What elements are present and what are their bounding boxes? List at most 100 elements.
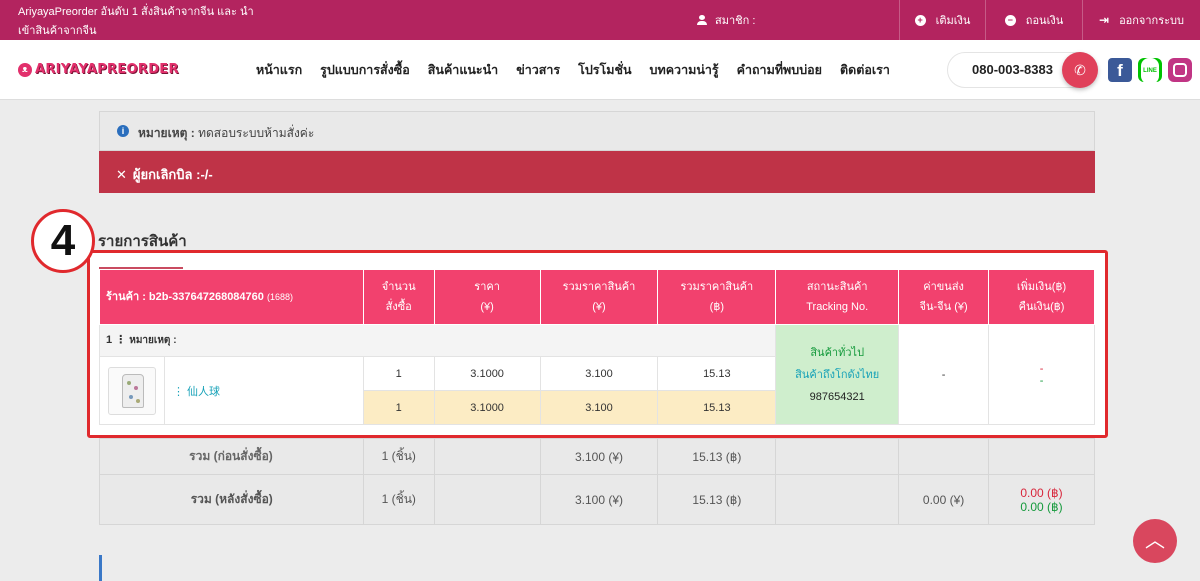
summary-after-adjust: 0.00 (฿) 0.00 (฿): [988, 474, 1095, 525]
chevron-up-icon: ︿: [1145, 530, 1165, 552]
status-type: สินค้าทั่วไป: [810, 346, 865, 359]
summary-after-row: รวม (หลังสั่งซื้อ) 1 (ชิ้น) 3.100 (¥) 15…: [99, 474, 1095, 525]
ordered-total-thb: 15.13: [657, 356, 777, 391]
brand-tagline: AriyayaPreorder อันดับ 1 สั่งสินค้าจากจี…: [18, 6, 254, 37]
row-note: 1 ⋮ หมายเหตุ : สินค้าทั่วไป สินค้าถึงโกด…: [98, 324, 1095, 425]
nav-item-home[interactable]: หน้าแรก: [256, 60, 302, 80]
section-accent-bar: [99, 555, 102, 581]
row-index: 1: [106, 334, 113, 346]
order-note: หมายเหตุ : ทดสอบระบบห้ามสั่งค่ะ: [138, 124, 314, 143]
col-adjust-line2: คืนเงิน(฿): [1018, 301, 1065, 313]
shop-header: ร้านค้า : b2b-337647268084760 (1688): [99, 269, 364, 325]
logout-button[interactable]: ⇥ ออกจากระบบ: [1082, 0, 1200, 40]
product-table: ร้านค้า : b2b-337647268084760 (1688) จำน…: [98, 269, 1095, 425]
summary-before-row: รวม (ก่อนสั่งซื้อ) 1 (ชิ้น) 3.100 (¥) 15…: [99, 438, 1095, 475]
row-note-cell: 1 ⋮ หมายเหตุ :: [98, 324, 777, 357]
withdraw-button[interactable]: − ถอนเงิน: [985, 0, 1082, 40]
summary-after-empty: [775, 474, 900, 525]
step-number-badge: 4: [31, 209, 95, 273]
topup-button[interactable]: + เติมเงิน: [899, 0, 985, 40]
summary-before-empty: [433, 438, 541, 475]
shop-source: (1688): [266, 292, 293, 302]
product-thumbnail[interactable]: [107, 366, 156, 415]
more-vertical-icon[interactable]: ⋮: [173, 386, 184, 398]
note-text: ทดสอบระบบห้ามสั่งค่ะ: [198, 126, 315, 140]
cancel-text: ผู้ยกเลิกบิล :-/-: [132, 167, 213, 182]
nav-item-articles[interactable]: บทความน่ารู้: [650, 60, 719, 80]
col-total-thb: รวมราคาสินค้า (฿): [657, 269, 777, 325]
nav-item-contact[interactable]: ติดต่อเรา: [840, 60, 890, 80]
summary-before-total-cny: 3.100 (¥): [539, 438, 659, 475]
apron-image: [121, 373, 144, 408]
col-shipping: ค่าขนส่งจีน-จีน (¥): [898, 269, 990, 325]
col-shipping-line2: จีน-จีน (¥): [919, 301, 968, 313]
logout-icon: ⇥: [1099, 13, 1110, 27]
add-money-value: -: [1039, 362, 1044, 375]
row-note-label: หมายเหตุ :: [129, 335, 177, 346]
summary-before-empty: [988, 438, 1095, 475]
summary-after-shipping: 0.00 (¥): [898, 474, 990, 525]
adjust-cell: - -: [988, 324, 1095, 425]
nav-item-recommended[interactable]: สินค้าแนะนำ: [428, 60, 498, 80]
summary-before-empty: [898, 438, 990, 475]
col-qty-line1: จำนวน: [381, 281, 416, 293]
phone-call-button[interactable]: ✆: [1062, 52, 1098, 88]
shipping-cell: -: [898, 324, 990, 425]
tracking-number: 987654321: [809, 390, 865, 403]
summary-after-refund: 0.00 (฿): [1020, 499, 1063, 514]
ordered-qty: 1: [362, 356, 435, 391]
plus-circle-icon: +: [914, 14, 926, 26]
shop-name: ร้านค้า : b2b-337647268084760: [106, 291, 264, 303]
col-price-line1: ราคา: [474, 281, 500, 293]
user-icon: [697, 15, 707, 25]
summary-after-empty: [433, 474, 541, 525]
col-status: สถานะสินค้า Tracking No.: [775, 269, 900, 325]
table-header-row: ร้านค้า : b2b-337647268084760 (1688) จำน…: [99, 269, 1095, 325]
order-note-box: i หมายเหตุ : ทดสอบระบบห้ามสั่งค่ะ: [99, 111, 1095, 151]
topup-label: เติมเงิน: [935, 15, 971, 27]
col-adjust: เพิ่มเงิน(฿) คืนเงิน(฿): [988, 269, 1095, 325]
summary-after-qty: 1 (ชิ้น): [362, 474, 435, 525]
received-total-cny: 3.100: [539, 390, 659, 425]
line-icon[interactable]: LINE: [1138, 58, 1162, 84]
nav-item-promotions[interactable]: โปรโมชั่น: [578, 60, 631, 80]
facebook-icon[interactable]: f: [1108, 58, 1132, 82]
product-image-cell: [99, 356, 165, 425]
cancel-info-bar: ✕ ผู้ยกเลิกบิล :-/-: [99, 151, 1095, 193]
col-status-line2: Tracking No.: [806, 301, 869, 313]
summary-after-total-cny: 3.100 (¥): [539, 474, 659, 525]
logout-label: ออกจากระบบ: [1119, 15, 1184, 27]
col-price-line2: (¥): [480, 301, 494, 313]
col-shipping-line1: ค่าขนส่ง: [923, 281, 964, 293]
ordered-total-cny: 3.100: [539, 356, 659, 391]
note-label: หมายเหตุ :: [138, 126, 195, 140]
instagram-icon[interactable]: [1168, 58, 1192, 82]
col-qty: จำนวนสั่งซื้อ: [362, 269, 435, 325]
site-logo[interactable]: ᴥ ARIYAYAPREORDER: [18, 62, 179, 77]
ordered-price: 3.1000: [433, 356, 541, 391]
received-total-thb: 15.13: [657, 390, 777, 425]
refund-value: -: [1039, 374, 1044, 387]
info-icon: i: [117, 125, 129, 137]
more-vertical-icon[interactable]: ⋮: [115, 334, 126, 346]
nav-item-news[interactable]: ข่าวสาร: [516, 60, 560, 80]
product-name-cell: ⋮ 仙人球: [163, 356, 364, 425]
col-qty-line2: สั่งซื้อ: [385, 301, 412, 313]
nav-item-order-types[interactable]: รูปแบบการสั่งซื้อ: [320, 60, 410, 80]
nav-menu: หน้าแรก รูปแบบการสั่งซื้อ สินค้าแนะนำ ข่…: [256, 40, 908, 100]
product-name-link[interactable]: 仙人球: [187, 386, 220, 398]
close-icon: ✕: [116, 167, 127, 182]
scroll-to-top-button[interactable]: ︿: [1133, 519, 1177, 563]
bunny-logo-icon: ᴥ: [18, 62, 32, 77]
section-title: รายการสินค้า: [98, 233, 187, 250]
minus-circle-icon: −: [1004, 14, 1016, 26]
summary-before-label: รวม (ก่อนสั่งซื้อ): [99, 438, 364, 475]
col-price: ราคา (¥): [433, 269, 541, 325]
phone-number: 080-003-8383: [972, 62, 1053, 77]
received-price: 3.1000: [433, 390, 541, 425]
col-total-cny-line2: (¥): [592, 301, 606, 313]
summary-after-total-thb: 15.13 (฿): [657, 474, 777, 525]
member-label: สมาชิก :: [715, 15, 756, 27]
status-warehouse: สินค้าถึงโกดังไทย: [795, 368, 880, 381]
nav-item-faq[interactable]: คำถามที่พบบ่อย: [737, 60, 822, 80]
